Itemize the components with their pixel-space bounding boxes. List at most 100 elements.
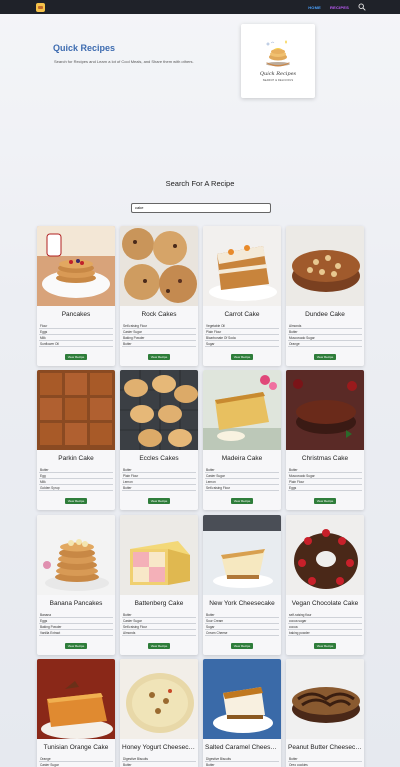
recipe-title: Salted Caramel Cheesecake [205, 744, 281, 751]
view-recipe-button[interactable]: View Recipe [231, 498, 253, 504]
new-york-cheesecake-photo [203, 515, 281, 595]
page-title: Quick Recipes [53, 43, 116, 53]
ingredient-list: Butter Caster Sugar Self-raising Flour Almo… [122, 612, 196, 636]
rock-cakes-photo [120, 226, 198, 306]
banana-pancakes-photo [37, 515, 115, 595]
recipe-card: Banana Pancakes Banana Eggs Baking Powder Va… [37, 515, 115, 655]
recipe-title: Christmas Cake [301, 455, 349, 462]
view-recipe-button[interactable]: View Recipe [148, 498, 170, 504]
ingredient-item: Butter [122, 485, 196, 491]
recipe-card: Carrot Cake Vegetable Oil Plain Flour Bicar… [203, 226, 281, 366]
ingredient-item: Sugar [205, 341, 279, 347]
recipe-title: Vegan Chocolate Cake [291, 600, 359, 607]
view-recipe-button[interactable]: View Recipe [65, 354, 87, 360]
madeira-cake-photo [203, 370, 281, 450]
peanut-butter-cheesecake-photo [286, 659, 364, 739]
nav-links: HOME RECIPES [308, 0, 366, 14]
pancakes-photo [37, 226, 115, 306]
view-recipe-button[interactable]: View Recipe [65, 643, 87, 649]
ingredient-item: Self-raising Flour [205, 485, 279, 491]
recipe-title: Peanut Butter Cheesecake [288, 744, 364, 751]
ingredient-item: Oreo cookies [288, 762, 362, 767]
recipe-card: Pancakes Flour Eggs Milk Sunflower Oil View R… [37, 226, 115, 366]
ingredient-list: Butter Sour Cream Sugar Cream Cheese [205, 612, 279, 636]
search-heading: Search For A Recipe [165, 179, 235, 188]
recipe-title: Battenberg Cake [134, 600, 184, 607]
logo-subtitle: SEARCH & DELICIOUS [262, 79, 294, 82]
app-logo-icon[interactable] [36, 3, 45, 12]
ingredient-list: Butter Egg Milk Golden Syrup [39, 467, 113, 491]
navbar: HOME RECIPES [0, 0, 400, 14]
logo-name: Quick Recipes [259, 71, 297, 77]
ingredient-list: Digestive Biscuits Butter [205, 756, 279, 767]
christmas-cake-photo [286, 370, 364, 450]
eccles-cakes-photo [120, 370, 198, 450]
recipe-card: Rock Cakes Self-raising Flour Caster Sugar… [120, 226, 198, 366]
page-description: Search for Recipes and Learn a lot of Co… [54, 59, 194, 64]
ingredient-item: Butter [122, 762, 196, 767]
recipe-card: New York Cheesecake Butter Sour Cream Sugar… [203, 515, 281, 655]
ingredient-list: Vegetable Oil Plain Flour Bicarbonate Of S… [205, 323, 279, 347]
ingredient-item: Golden Syrup [39, 485, 113, 491]
search-icon[interactable] [358, 3, 366, 11]
recipe-title: Honey Yogurt Cheesecake [122, 744, 198, 751]
recipe-card: Salted Caramel Cheesecake Digestive Biscu… [203, 659, 281, 767]
ingredient-list: Flour Eggs Milk Sunflower Oil [39, 323, 113, 347]
salted-caramel-cheesecake-photo [203, 659, 281, 739]
recipe-card: Parkin Cake Butter Egg Milk Golden Syrup View… [37, 370, 115, 510]
nav-home-link[interactable]: HOME [308, 5, 321, 10]
recipe-card: Christmas Cake Butter Muscovado Sugar Plain… [286, 370, 364, 510]
nav-recipes-link[interactable]: RECIPES [330, 5, 349, 10]
view-recipe-button[interactable]: View Recipe [148, 354, 170, 360]
view-recipe-button[interactable]: View Recipe [148, 643, 170, 649]
recipe-card: Madeira Cake Butter Caster Sugar Lemon Self-… [203, 370, 281, 510]
recipe-title: Parkin Cake [58, 455, 94, 462]
ingredient-item: Orange [288, 341, 362, 347]
recipe-search-input[interactable]: cake [131, 203, 271, 213]
recipe-title: Dundee Cake [305, 311, 345, 318]
ingredient-item: Butter [205, 762, 279, 767]
recipe-title: Carrot Cake [224, 311, 260, 318]
view-recipe-button[interactable]: View Recipe [231, 643, 253, 649]
ingredient-list: Orange Caster Sugar [39, 756, 113, 767]
ingredient-list: Butter Plain Flour Lemon Butter [122, 467, 196, 491]
ingredient-list: Banana Eggs Baking Powder Vanilla Extract [39, 612, 113, 636]
honey-yogurt-cheesecake-photo [120, 659, 198, 739]
hero-logo-image: Quick Recipes SEARCH & DELICIOUS [241, 24, 315, 98]
ingredient-list: Butter Caster Sugar Lemon Self-raising Flou… [205, 467, 279, 491]
view-recipe-button[interactable]: View Recipe [314, 498, 336, 504]
recipe-title: Rock Cakes [141, 311, 177, 318]
recipe-card: Eccles Cakes Butter Plain Flour Lemon Butter… [120, 370, 198, 510]
ingredient-item: Butter [122, 341, 196, 347]
ingredient-item: Sunflower Oil [39, 341, 113, 347]
recipe-card: Dundee Cake Almonds Butter Muscovado Sugar O… [286, 226, 364, 366]
view-recipe-button[interactable]: View Recipe [314, 643, 336, 649]
ingredient-list: Butter Oreo cookies [288, 756, 362, 767]
ingredient-item: Eggs [288, 485, 362, 491]
recipe-title: Tunisian Orange Cake [43, 744, 109, 751]
view-recipe-button[interactable]: View Recipe [314, 354, 336, 360]
ingredient-list: Almonds Butter Muscovado Sugar Orange [288, 323, 362, 347]
recipe-title: Madeira Cake [221, 455, 263, 462]
ingredient-list: Butter Muscovado Sugar Plain Flour Eggs [288, 467, 362, 491]
ingredient-list: Self-raising Flour Caster Sugar Baking Pow… [122, 323, 196, 347]
recipe-card: Tunisian Orange CakeOrangeCaster SugarVi… [37, 659, 115, 767]
recipe-title: Banana Pancakes [49, 600, 103, 607]
ingredient-list: self-raising flour cocoa sugar cocoa baking… [288, 612, 362, 636]
view-recipe-button[interactable]: View Recipe [231, 354, 253, 360]
recipe-title: Eccles Cakes [139, 455, 179, 462]
view-recipe-button[interactable]: View Recipe [65, 498, 87, 504]
ingredient-list: Digestive Biscuits Butter [122, 756, 196, 767]
recipe-card: Battenberg Cake Butter Caster Sugar Self-ra… [120, 515, 198, 655]
ingredient-item: baking powder [288, 630, 362, 636]
ingredient-item: Almonds [122, 630, 196, 636]
recipe-title: Pancakes [61, 311, 91, 318]
recipe-title: New York Cheesecake [209, 600, 275, 607]
ingredient-item: Caster Sugar [39, 762, 113, 767]
vegan-chocolate-cake-photo [286, 515, 364, 595]
dundee-cake-photo [286, 226, 364, 306]
recipe-card: Peanut Butter Cheesecake Butter Oreo cooki… [286, 659, 364, 767]
parkin-cake-photo [37, 370, 115, 450]
recipe-card: Honey Yogurt Cheesecake Digestive Biscuit… [120, 659, 198, 767]
ingredient-item: Cream Cheese [205, 630, 279, 636]
